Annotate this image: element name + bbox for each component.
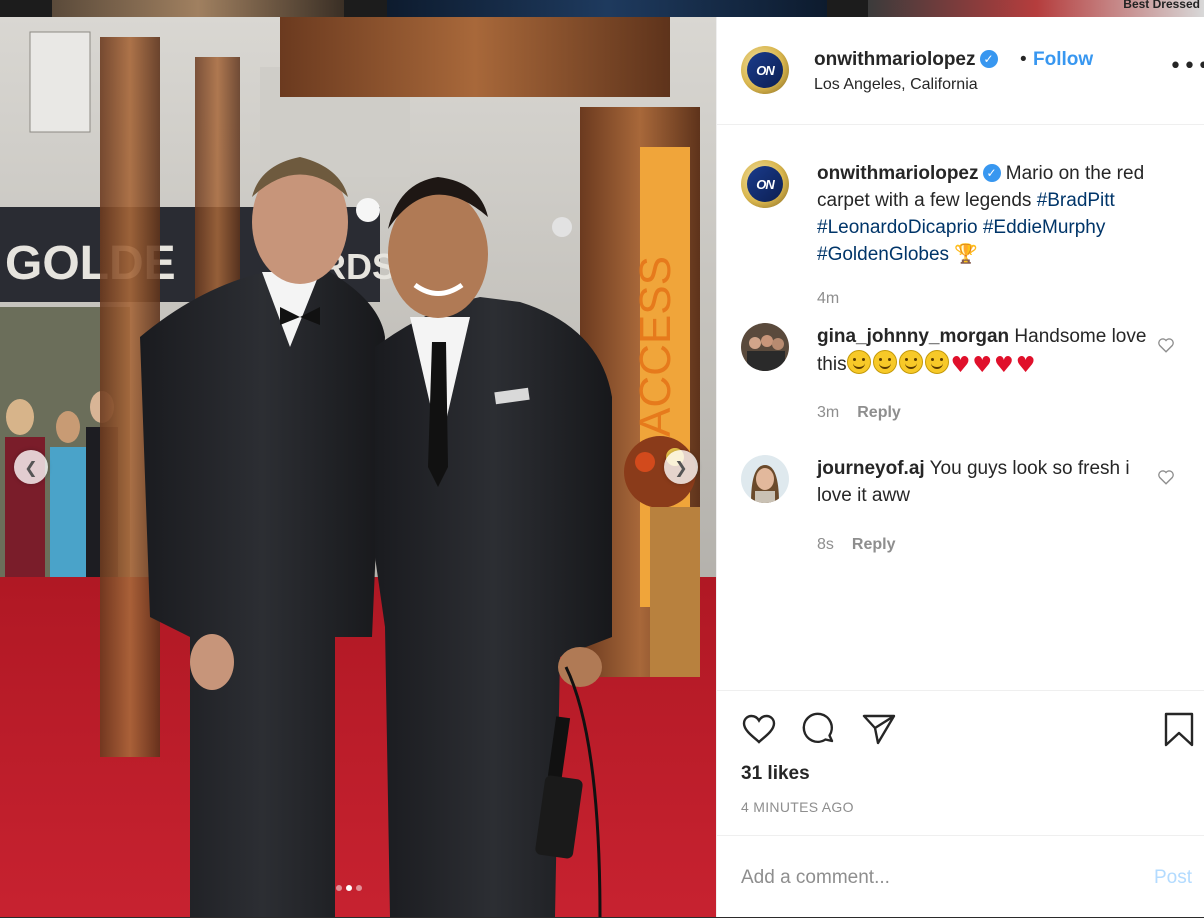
carousel-dot [356, 885, 362, 891]
caption-time: 4m [817, 290, 840, 307]
svg-text:ACCESS: ACCESS [631, 256, 680, 437]
post-comment-button[interactable]: Post [1154, 867, 1192, 889]
reply-button[interactable]: Reply [857, 404, 901, 421]
carousel-prev-button[interactable]: ❮ [14, 450, 48, 484]
heart-emoji-icon: ♥ [994, 353, 1014, 378]
hashtag-link[interactable]: #EddieMurphy [983, 217, 1106, 238]
caption-username[interactable]: onwithmariolopez [817, 163, 979, 184]
avatar-logo-text: ON [747, 52, 783, 88]
share-send-icon[interactable] [861, 711, 897, 747]
comment-bubble-icon[interactable] [801, 711, 837, 747]
verified-badge-icon: ✓ [979, 50, 998, 68]
post-header: ON onwithmariolopez ✓ • Follow Los Angele… [717, 17, 1204, 125]
chevron-left-icon: ❮ [24, 457, 38, 477]
hashtag-link[interactable]: #BradPitt [1037, 190, 1115, 211]
hashtag-link[interactable]: #GoldenGlobes [817, 244, 949, 265]
post-detail-panel: ON onwithmariolopez ✓ • Follow Los Angele… [716, 17, 1204, 917]
smile-emoji-icon [924, 350, 949, 374]
follow-button[interactable]: Follow [1033, 49, 1093, 71]
post-media[interactable]: GOLDE RDS ACCESS ❮ ❯ [0, 17, 716, 917]
commenter-avatar[interactable] [741, 323, 789, 371]
background-thumbnail-text: Best Dressed [1123, 0, 1200, 11]
background-feed-strip: Best Dressed [0, 0, 1204, 17]
comment-time: 3m [817, 404, 840, 421]
heart-emoji-icon: ♥ [1015, 353, 1036, 378]
comment-text: gina_johnny_morgan Handsome love this ♥♥♥… [817, 323, 1147, 379]
add-comment-section: Post [717, 835, 1204, 918]
comment-time: 8s [817, 536, 834, 553]
background-thumbnail: Best Dressed [868, 0, 1204, 17]
caption-meta: 4m [817, 290, 839, 308]
carousel-next-button[interactable]: ❯ [664, 450, 698, 484]
background-thumbnail [387, 0, 827, 17]
trophy-emoji: 🏆 [954, 244, 978, 265]
post-timestamp: 4 MINUTES AGO [741, 799, 854, 815]
avatar-logo-text: ON [747, 166, 783, 202]
carousel-dot-active [346, 885, 352, 891]
heart-emoji-icon: ♥ [950, 353, 971, 378]
commenter-avatar[interactable] [741, 455, 789, 503]
reply-button[interactable]: Reply [852, 536, 896, 553]
comment-like-icon[interactable] [1157, 468, 1175, 486]
post-photo: GOLDE RDS ACCESS [0, 17, 716, 917]
carousel-dot [336, 885, 342, 891]
save-bookmark-icon[interactable] [1161, 711, 1197, 747]
comment-username[interactable]: gina_johnny_morgan [817, 326, 1009, 347]
comments-list: ON onwithmariolopez ✓ Mario on the red ca… [717, 124, 1204, 690]
comment-meta: 3m Reply [817, 404, 901, 422]
chevron-right-icon: ❯ [674, 457, 688, 477]
post-actions: 31 likes 4 MINUTES AGO [717, 690, 1204, 836]
heart-emoji-icon: ♥ [972, 353, 993, 378]
more-options-icon[interactable]: ••• [1169, 56, 1204, 78]
comment-meta: 8s Reply [817, 536, 895, 554]
owner-username-link[interactable]: onwithmariolopez ✓ [814, 49, 998, 71]
likes-count[interactable]: 31 likes [741, 763, 810, 785]
add-comment-input[interactable] [741, 864, 1121, 892]
header-separator: • [1020, 49, 1027, 70]
smile-emoji-icon [872, 350, 897, 374]
comment-text: journeyof.aj You guys look so fresh i lo… [817, 455, 1147, 509]
caption-avatar[interactable]: ON [741, 160, 789, 208]
owner-avatar[interactable]: ON [741, 46, 789, 94]
owner-username: onwithmariolopez [814, 49, 976, 70]
carousel-indicator [336, 885, 362, 891]
comment-username[interactable]: journeyof.aj [817, 458, 925, 479]
like-heart-icon[interactable] [741, 711, 777, 747]
caption-text: onwithmariolopez ✓ Mario on the red carpe… [817, 160, 1147, 268]
verified-badge-icon: ✓ [982, 164, 1001, 182]
location-link[interactable]: Los Angeles, California [814, 76, 978, 94]
comment-like-icon[interactable] [1157, 336, 1175, 354]
smile-emoji-icon [898, 350, 923, 374]
background-thumbnail [52, 0, 344, 17]
hashtag-link[interactable]: #LeonardoDicaprio [817, 217, 978, 238]
smile-emoji-icon [846, 350, 871, 374]
